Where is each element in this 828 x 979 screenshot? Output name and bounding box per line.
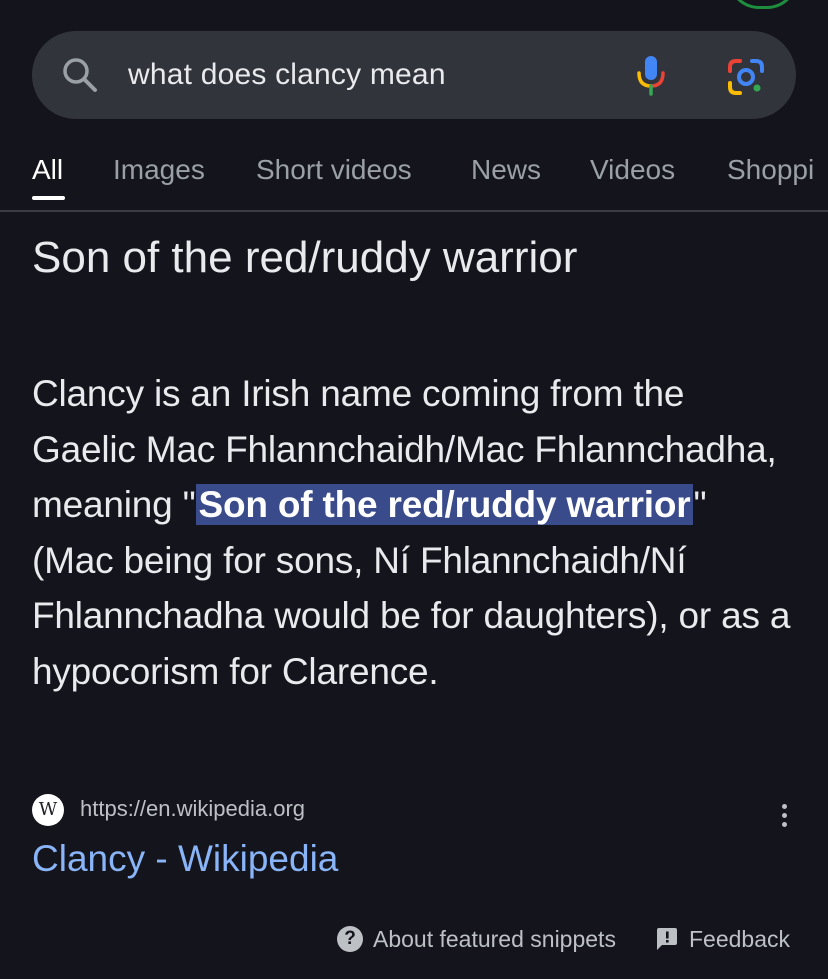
tab-short-videos[interactable]: Short videos: [256, 154, 412, 186]
source-row[interactable]: W https://en.wikipedia.org: [32, 794, 796, 827]
help-icon: ?: [337, 926, 363, 952]
feedback-label: Feedback: [689, 925, 791, 952]
wikipedia-favicon-icon: W: [32, 794, 64, 826]
microphone-icon[interactable]: [632, 53, 670, 97]
snippet-footer: ? About featured snippets Feedback: [0, 918, 796, 958]
result-title-link[interactable]: Clancy - Wikipedia: [32, 838, 338, 880]
more-options-icon[interactable]: [776, 804, 792, 832]
feedback-button[interactable]: Feedback: [655, 922, 790, 956]
tab-shopping[interactable]: Shoppi: [727, 154, 814, 186]
snippet-highlight: Son of the red/ruddy warrior: [195, 484, 694, 525]
tab-all[interactable]: All: [32, 154, 63, 186]
tab-videos[interactable]: Videos: [590, 154, 675, 186]
search-icon[interactable]: [60, 55, 100, 95]
tab-news[interactable]: News: [471, 154, 541, 186]
about-featured-snippets-label: About featured snippets: [373, 925, 616, 952]
search-input[interactable]: what does clancy mean: [128, 31, 446, 119]
search-bar[interactable]: what does clancy mean: [32, 31, 796, 119]
tab-images[interactable]: Images: [113, 154, 205, 186]
source-url[interactable]: https://en.wikipedia.org: [80, 796, 305, 822]
google-lens-icon[interactable]: [726, 57, 766, 97]
feedback-icon: [657, 928, 677, 950]
account-avatar-ring[interactable]: [728, 0, 798, 9]
featured-snippet-answer: Son of the red/ruddy warrior: [32, 233, 578, 282]
featured-snippet-text: Clancy is an Irish name coming from the …: [32, 366, 792, 699]
active-tab-indicator: [32, 196, 65, 200]
search-tabs: All Images Short videos News Videos Shop…: [0, 140, 828, 212]
about-featured-snippets-button[interactable]: ? About featured snippets: [337, 922, 616, 956]
